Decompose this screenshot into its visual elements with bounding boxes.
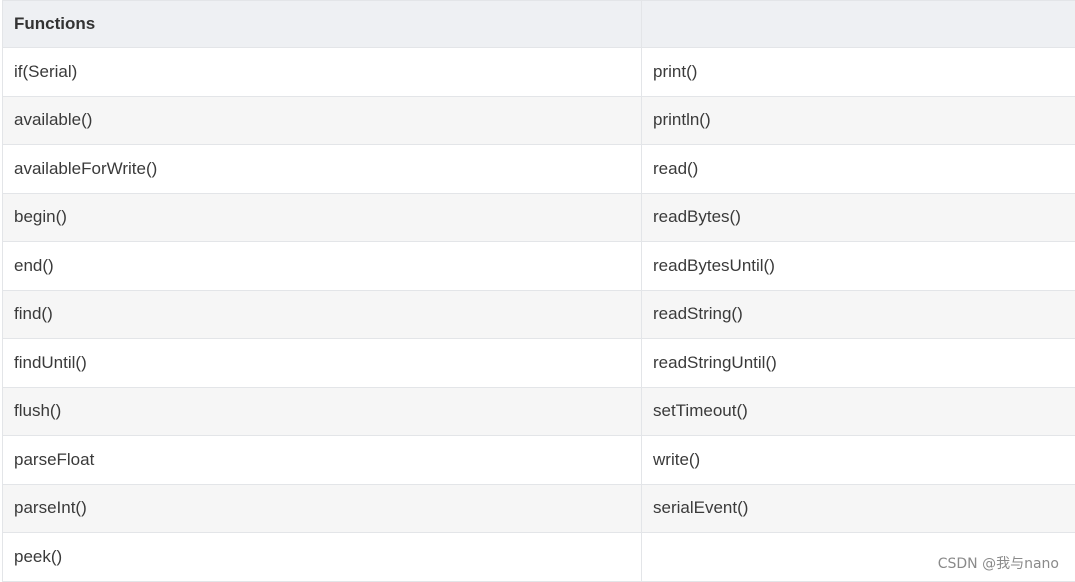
header-functions: Functions <box>2 0 642 48</box>
table-cell: find() <box>2 289 642 339</box>
table-row: available() println() <box>2 95 1075 145</box>
table-cell: availableForWrite() <box>2 144 642 194</box>
table-cell: readString() <box>641 289 1075 339</box>
table-cell: parseInt() <box>2 483 642 533</box>
table-cell: println() <box>641 95 1075 145</box>
table-row: begin() readBytes() <box>2 192 1075 242</box>
table-cell: begin() <box>2 192 642 242</box>
table-cell: readBytesUntil() <box>641 241 1075 291</box>
table-cell: print() <box>641 47 1075 97</box>
table-cell: end() <box>2 241 642 291</box>
table-cell: readStringUntil() <box>641 338 1075 388</box>
table-row: flush() setTimeout() <box>2 386 1075 436</box>
table-row: peek() <box>2 532 1075 582</box>
functions-table: Functions if(Serial) print() available()… <box>2 0 1075 582</box>
table-cell: flush() <box>2 386 642 436</box>
header-empty <box>641 0 1075 48</box>
table-row: parseFloat write() <box>2 435 1075 485</box>
table-row: availableForWrite() read() <box>2 144 1075 194</box>
table-row: parseInt() serialEvent() <box>2 483 1075 533</box>
csdn-watermark: CSDN @我与nano <box>937 556 1059 572</box>
table-row: if(Serial) print() <box>2 47 1075 97</box>
table-cell: setTimeout() <box>641 386 1075 436</box>
table-row: find() readString() <box>2 289 1075 339</box>
table-cell: write() <box>641 435 1075 485</box>
table-cell: findUntil() <box>2 338 642 388</box>
table-cell: parseFloat <box>2 435 642 485</box>
table-cell: read() <box>641 144 1075 194</box>
table-cell: peek() <box>2 532 642 582</box>
table-cell: readBytes() <box>641 192 1075 242</box>
table-cell: serialEvent() <box>641 483 1075 533</box>
table-row: findUntil() readStringUntil() <box>2 338 1075 388</box>
table-header-row: Functions <box>2 0 1075 48</box>
table-cell: available() <box>2 95 642 145</box>
table-cell: if(Serial) <box>2 47 642 97</box>
table-row: end() readBytesUntil() <box>2 241 1075 291</box>
